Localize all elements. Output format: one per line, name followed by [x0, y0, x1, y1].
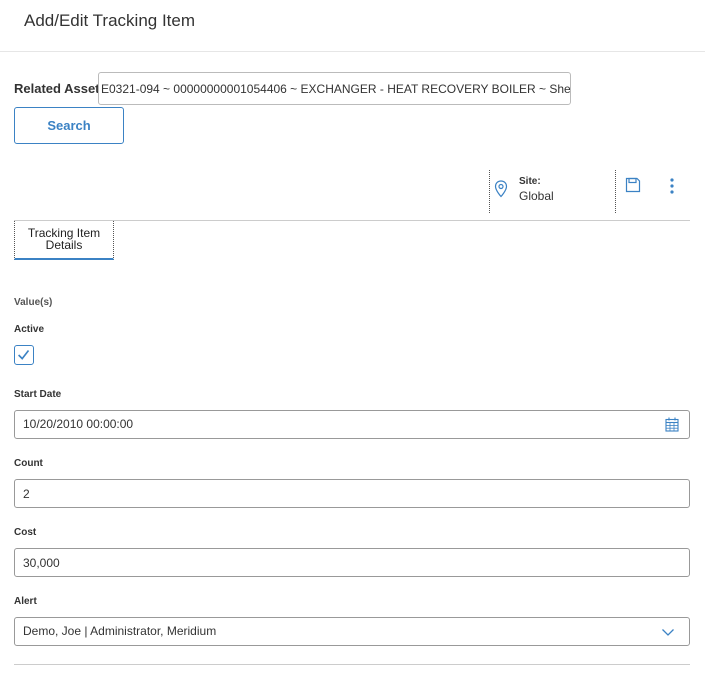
count-label: Count: [14, 458, 43, 469]
site-value[interactable]: Global: [519, 189, 554, 203]
alert-select[interactable]: Demo, Joe | Administrator, Meridium: [14, 617, 690, 646]
site-label: Site:: [519, 176, 541, 187]
search-button[interactable]: Search: [14, 107, 124, 144]
form-bottom-divider: [14, 664, 690, 665]
page-title: Add/Edit Tracking Item: [24, 11, 196, 30]
cost-input[interactable]: [14, 548, 690, 577]
alert-selected-value: Demo, Joe | Administrator, Meridium: [23, 624, 217, 638]
page-header: Add/Edit Tracking Item: [0, 0, 705, 52]
checkmark-icon: [18, 350, 30, 360]
toolbar-divider: [489, 170, 490, 213]
values-section-label: Value(s): [14, 297, 53, 308]
related-asset-label: Related Asset: [14, 81, 100, 96]
toolbar-divider: [615, 170, 616, 213]
related-asset-input[interactable]: [98, 72, 571, 105]
count-input[interactable]: [14, 479, 690, 508]
start-date-value: 10/20/2010 00:00:00: [23, 417, 134, 431]
chevron-down-icon: [662, 629, 674, 636]
cost-label: Cost: [14, 527, 37, 538]
save-icon[interactable]: [625, 177, 641, 193]
calendar-icon[interactable]: [665, 417, 679, 432]
start-date-field[interactable]: 10/20/2010 00:00:00: [14, 410, 690, 439]
tab-tracking-item-details[interactable]: Tracking Item Details: [14, 221, 114, 260]
active-label: Active: [14, 324, 45, 335]
more-vertical-icon[interactable]: [668, 177, 676, 195]
record-toolbar: Site: Global: [14, 168, 690, 221]
active-checkbox[interactable]: [14, 345, 34, 365]
alert-label: Alert: [14, 596, 37, 607]
start-date-label: Start Date: [14, 389, 62, 400]
map-pin-icon: [494, 180, 508, 198]
